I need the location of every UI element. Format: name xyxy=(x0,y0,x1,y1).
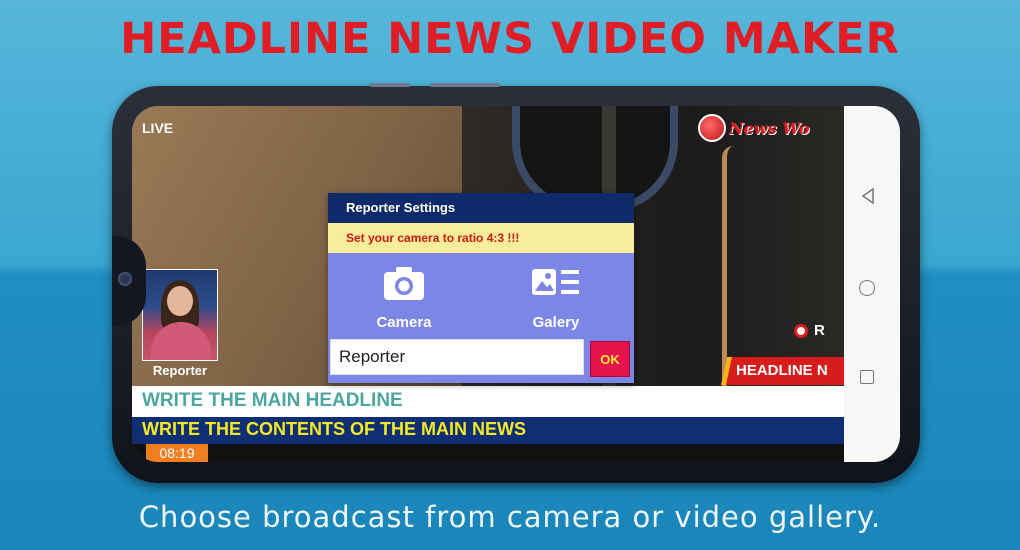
globe-icon xyxy=(698,114,726,142)
time-display: 08:19 xyxy=(146,444,208,462)
headline-tag-text: HEADLINE N xyxy=(736,362,828,379)
phone-frame: LIVE News Wo R Reporter HEADLINE N WRITE… xyxy=(112,83,920,483)
promo-caption: Choose broadcast from camera or video ga… xyxy=(138,500,882,534)
record-icon xyxy=(794,323,808,338)
ok-button[interactable]: OK xyxy=(590,341,630,377)
reporter-face xyxy=(167,286,193,316)
front-camera xyxy=(118,272,132,286)
time-bar xyxy=(132,444,844,462)
phone-power-button xyxy=(370,83,410,87)
camera-option-label: Camera xyxy=(376,314,432,331)
dialog-title: Reporter Settings xyxy=(328,193,634,223)
gallery-option-label: Galery xyxy=(532,314,580,331)
reporter-caption: Reporter xyxy=(152,363,208,378)
back-icon[interactable] xyxy=(861,188,875,204)
recent-apps-icon[interactable] xyxy=(860,370,874,384)
record-indicator[interactable]: R xyxy=(794,322,825,339)
camera-icon xyxy=(384,267,424,300)
reporter-name-input[interactable] xyxy=(330,339,584,375)
news-logo: News Wo xyxy=(698,114,810,142)
camera-option-button[interactable]: Camera xyxy=(344,255,464,341)
reporter-settings-dialog: Reporter Settings Set your camera to rat… xyxy=(328,193,634,383)
promo-title: HEADLINE NEWS VIDEO MAKER xyxy=(120,14,900,64)
reporter-body xyxy=(151,322,211,360)
logo-text: News Wo xyxy=(729,118,810,138)
android-nav-bar xyxy=(844,106,900,462)
phone-notch xyxy=(112,236,146,326)
headline-text[interactable]: WRITE THE MAIN HEADLINE xyxy=(142,390,403,412)
live-label: LIVE xyxy=(142,120,174,136)
reporter-photo[interactable] xyxy=(142,269,218,361)
phone-volume-button xyxy=(430,83,500,87)
gallery-icon xyxy=(532,269,579,295)
gallery-option-button[interactable]: Galery xyxy=(496,255,616,341)
home-icon[interactable] xyxy=(859,280,875,296)
camera-screen: LIVE News Wo R Reporter HEADLINE N WRITE… xyxy=(132,106,844,462)
dialog-warning: Set your camera to ratio 4:3 !!! xyxy=(328,223,634,253)
contents-text[interactable]: WRITE THE CONTENTS OF THE MAIN NEWS xyxy=(142,419,526,440)
record-label: R xyxy=(814,322,825,339)
